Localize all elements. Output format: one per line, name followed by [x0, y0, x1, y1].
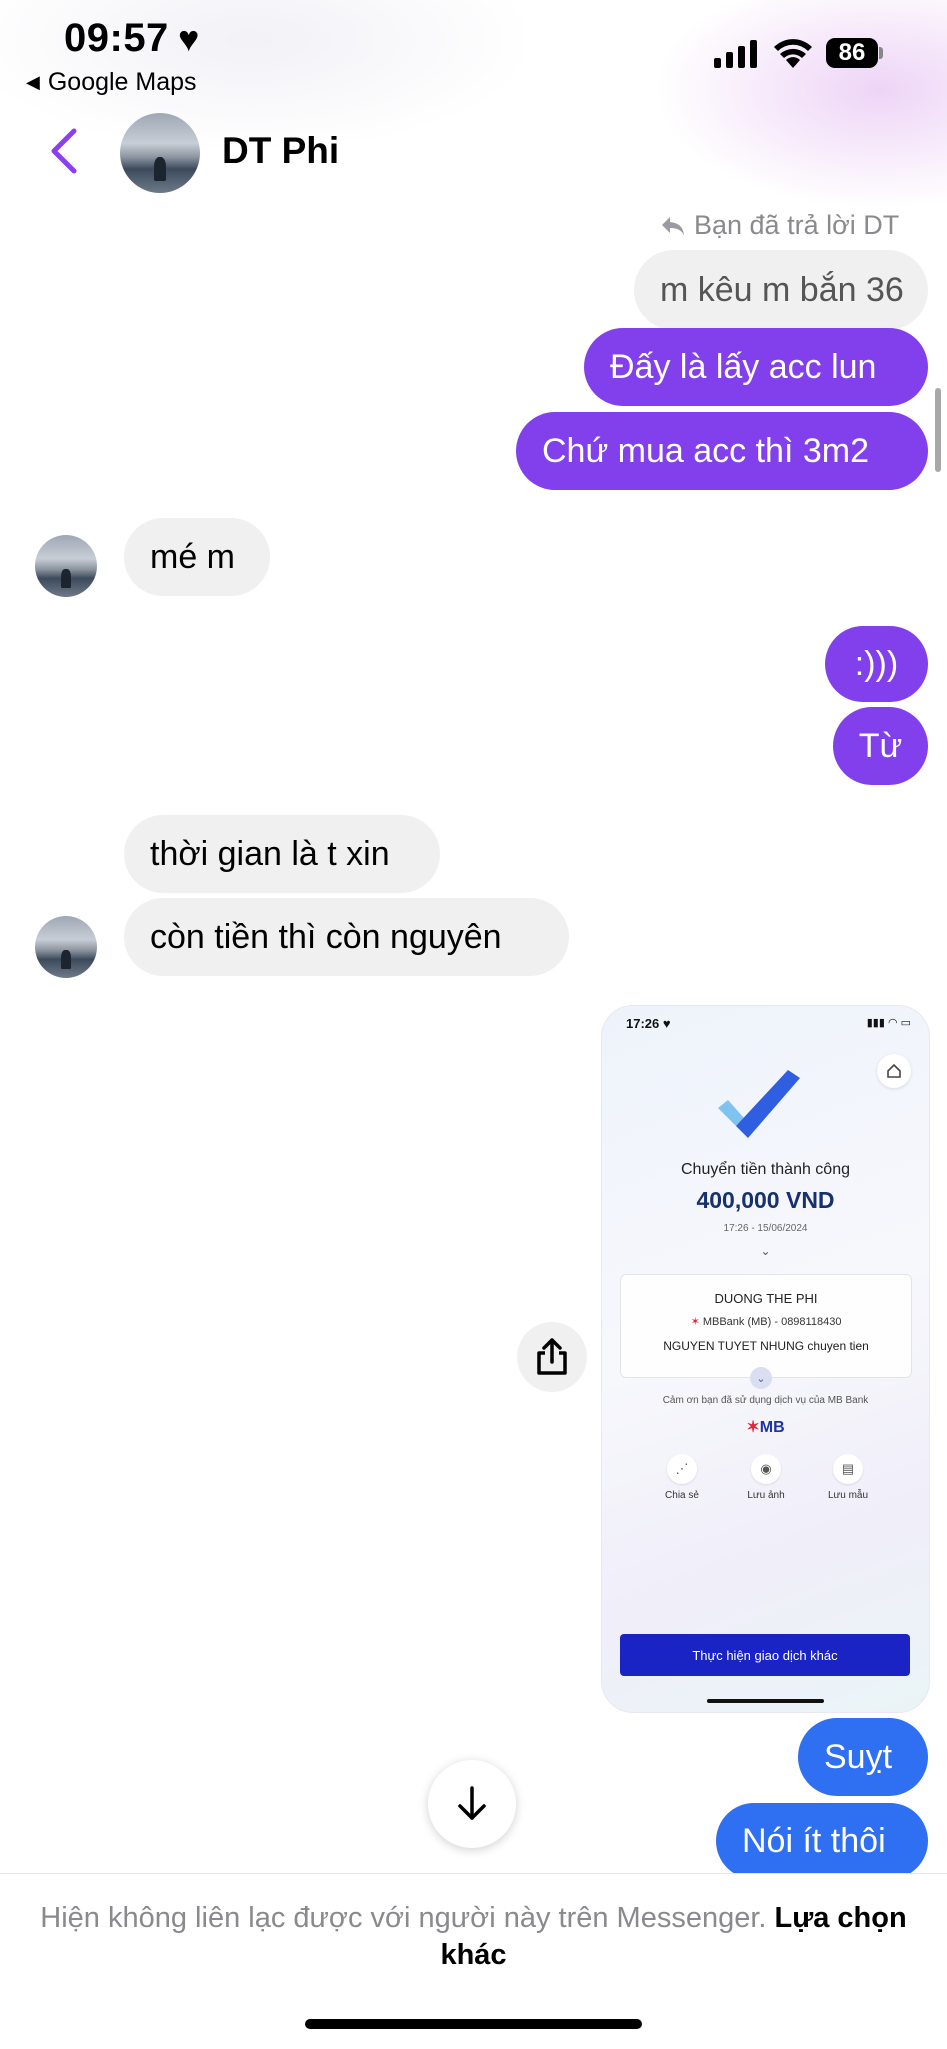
- shared-image-receipt[interactable]: 17:26 ♥ ▮▮▮ ◠ ▭ Chuyển tiền thành công 4…: [601, 1005, 930, 1713]
- sender-avatar[interactable]: [35, 535, 97, 597]
- scroll-to-bottom-button[interactable]: [428, 1760, 516, 1848]
- arrow-down-icon: [458, 1786, 486, 1820]
- sender-avatar[interactable]: [35, 916, 97, 978]
- recipient-card: DUONG THE PHI ✶ MBBank (MB) - 0898118430…: [620, 1274, 912, 1378]
- outgoing-message-bubble[interactable]: Nói ít thôi: [716, 1803, 928, 1879]
- thanks-text: Cảm ơn bạn đã sử dụng dịch vụ của MB Ban…: [662, 1395, 869, 1406]
- back-app-label: Google Maps: [47, 68, 197, 96]
- share-action: ⋰ Chia sẻ: [642, 1454, 722, 1501]
- incoming-message-bubble[interactable]: mé m: [124, 518, 270, 596]
- share-nodes-icon: ⋰: [667, 1454, 697, 1484]
- heart-icon: ♥: [178, 18, 200, 59]
- reply-arrow-icon: [662, 216, 684, 235]
- expand-chevron-icon: ⌄: [750, 1367, 772, 1389]
- receipt-time: 17:26 ♥: [626, 1016, 671, 1031]
- status-time: 09:57: [64, 16, 169, 60]
- footer-notice: Hiện không liên lạc được với người này t…: [40, 1900, 907, 1974]
- receipt-title: Chuyển tiền thành công: [680, 1161, 850, 1178]
- quoted-message-bubble[interactable]: m kêu m bắn 36: [634, 250, 928, 330]
- incoming-message-bubble[interactable]: thời gian là t xin: [124, 815, 440, 893]
- contact-avatar[interactable]: [120, 113, 200, 193]
- contact-name[interactable]: DT Phi: [222, 130, 339, 172]
- outgoing-message-bubble[interactable]: Từ: [833, 707, 928, 785]
- home-indicator: [305, 2019, 642, 2029]
- new-transaction-button: Thực hiện giao dịch khác: [620, 1634, 910, 1676]
- reply-note-text: Bạn đã trả lời DT: [694, 210, 900, 240]
- outgoing-message-bubble[interactable]: Đấy là lấy acc lun: [584, 328, 928, 406]
- incoming-message-bubble[interactable]: còn tiền thì còn nguyên: [124, 898, 569, 976]
- mb-logo: ✶MB: [746, 1419, 785, 1436]
- composer-unavailable-footer: Hiện không liên lạc được với người này t…: [0, 1873, 947, 2049]
- share-icon: [537, 1338, 567, 1375]
- cellular-signal-icon: [714, 38, 757, 68]
- recipient-name: DUONG THE PHI: [714, 1291, 818, 1306]
- double-chevron-icon: ⌄: [760, 1244, 771, 1258]
- recipient-bank: ✶ MBBank (MB) - 0898118430: [690, 1316, 842, 1328]
- home-icon: [877, 1054, 911, 1088]
- share-button[interactable]: [517, 1322, 587, 1392]
- scrollbar[interactable]: [935, 388, 941, 472]
- receipt-amount: 400,000 VND: [696, 1187, 835, 1213]
- camera-icon: ◉: [751, 1454, 781, 1484]
- back-triangle-icon: ◀: [26, 72, 40, 92]
- footer-notice-text: Hiện không liên lạc được với người này t…: [40, 1902, 767, 1934]
- battery-indicator: 86: [826, 38, 878, 68]
- outgoing-message-bubble[interactable]: Chứ mua acc thì 3m2: [516, 412, 928, 490]
- receipt-home-indicator: [707, 1699, 824, 1703]
- back-to-app-link[interactable]: ◀ Google Maps: [26, 68, 197, 97]
- transfer-memo: NGUYEN TUYET NHUNG chuyen tien: [663, 1339, 869, 1353]
- outgoing-message-bubble[interactable]: :))): [825, 626, 928, 702]
- checkmark-icon: [718, 1070, 800, 1138]
- receipt-status-icons: ▮▮▮ ◠ ▭: [866, 1017, 911, 1029]
- back-chevron-icon[interactable]: [44, 126, 84, 176]
- battery-tip: [879, 47, 883, 59]
- outgoing-message-bubble[interactable]: Suỵt: [798, 1718, 928, 1796]
- document-icon: ▤: [833, 1454, 863, 1484]
- save-template-action: ▤ Lưu mẫu: [808, 1454, 888, 1501]
- save-image-action: ◉ Lưu ảnh: [726, 1454, 806, 1501]
- reply-note: Bạn đã trả lời DT: [660, 210, 899, 241]
- receipt-datetime: 17:26 - 15/06/2024: [723, 1223, 808, 1234]
- wifi-icon: [774, 39, 812, 68]
